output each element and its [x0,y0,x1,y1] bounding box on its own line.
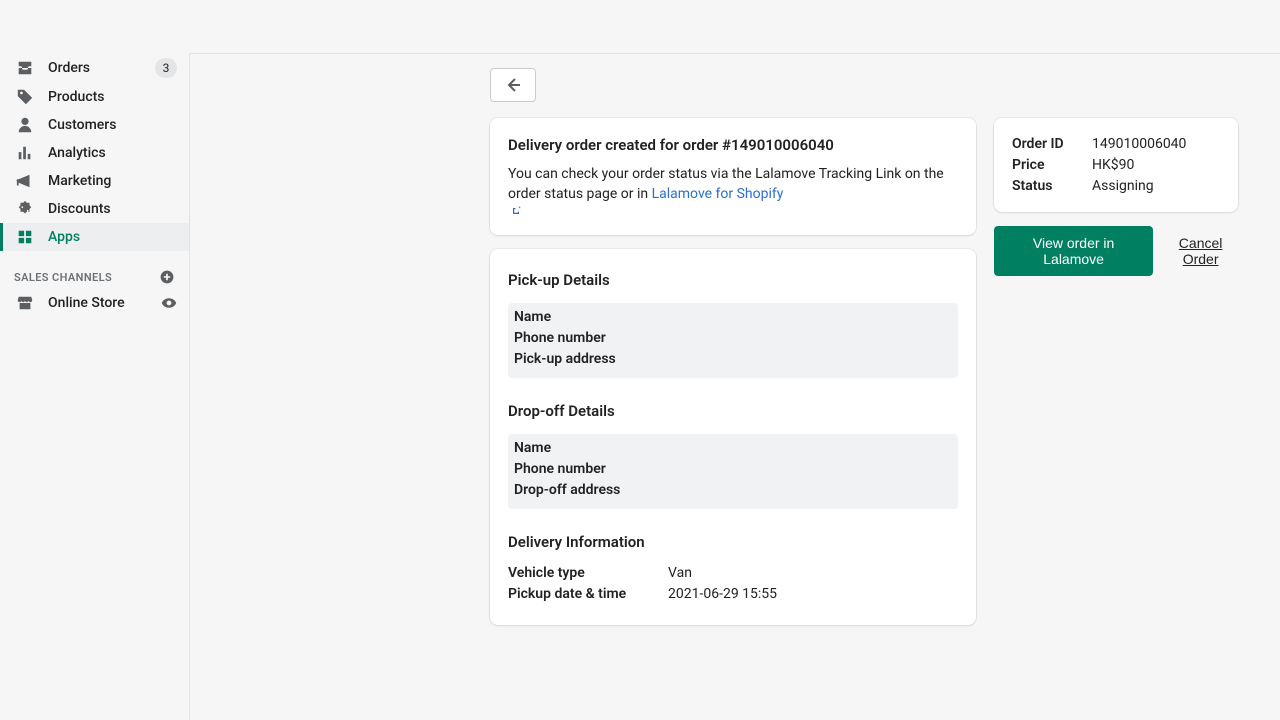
sidebar: Orders 3 Products Customers Analytics [0,53,190,720]
price-label: Price [1012,157,1092,173]
sidebar-item-label: Analytics [48,145,177,161]
topbar [0,0,1280,53]
pickup-title: Pick-up Details [508,271,958,289]
order-created-card: Delivery order created for order #149010… [490,118,976,235]
order-actions: View order in Lalamove Cancel Order [994,226,1238,276]
main-content: Delivery order created for order #149010… [190,53,1280,720]
sidebar-item-marketing[interactable]: Marketing [0,167,189,195]
external-link-icon [510,205,522,217]
card-body: You can check your order status via the … [508,164,958,217]
arrow-left-icon [503,75,523,95]
pickup-address-label: Pick-up address [514,351,662,368]
vehicle-value: Van [668,565,958,581]
discount-icon [16,200,34,218]
pickup-block: Namex Phone numberx Pick-up addressx [508,303,958,378]
pickup-time-value: 2021-06-29 15:55 [668,586,958,602]
inbox-icon [16,59,34,77]
details-card: Pick-up Details Namex Phone numberx Pick… [490,249,976,625]
card-title: Delivery order created for order #149010… [508,136,958,154]
sidebar-item-label: Marketing [48,173,177,189]
pickup-name-label: Name [514,309,674,326]
sidebar-item-apps[interactable]: Apps [0,223,189,251]
dropoff-phone-label: Phone number [514,461,674,478]
dropoff-address-value: x [667,482,952,499]
summary-card: Order ID149010006040 PriceHK$90 StatusAs… [994,118,1238,212]
dropoff-block: Namex Phone numberx Drop-off addressx [508,434,958,509]
sidebar-item-label: Customers [48,117,177,133]
sidebar-item-label: Products [48,89,177,105]
tag-icon [16,88,34,106]
dropoff-name-label: Name [514,440,674,457]
delivery-title: Delivery Information [508,533,958,551]
pickup-address-value: x [662,351,952,368]
user-icon [16,116,34,134]
orders-badge: 3 [155,58,177,78]
store-icon [16,294,34,312]
add-channel-icon[interactable] [159,269,175,285]
sidebar-item-orders[interactable]: Orders 3 [0,53,189,83]
sidebar-item-analytics[interactable]: Analytics [0,139,189,167]
dropoff-address-label: Drop-off address [514,482,667,499]
sidebar-item-online-store[interactable]: Online Store [0,289,189,317]
status-label: Status [1012,178,1092,194]
sidebar-item-customers[interactable]: Customers [0,111,189,139]
sidebar-item-label: Orders [48,60,141,76]
apps-icon [16,228,34,246]
pickup-time-label: Pickup date & time [508,586,668,602]
vehicle-label: Vehicle type [508,565,668,581]
status-value: Assigning [1092,178,1220,194]
section-label: SALES CHANNELS [14,271,112,284]
pickup-name-value: x [674,309,734,326]
order-id-label: Order ID [1012,136,1092,152]
sales-channels-header: SALES CHANNELS [0,251,189,289]
dropoff-phone-value: x [674,461,764,478]
pickup-phone-label: Phone number [514,330,674,347]
back-button[interactable] [490,68,536,102]
sidebar-item-label: Apps [48,229,177,245]
sidebar-item-products[interactable]: Products [0,83,189,111]
link-text: Lalamove for Shopify [652,186,784,202]
megaphone-icon [16,172,34,190]
sidebar-item-label: Online Store [48,295,147,311]
sidebar-item-label: Discounts [48,201,177,217]
cancel-order-button[interactable]: Cancel Order [1163,235,1238,267]
price-value: HK$90 [1092,157,1220,173]
pickup-phone-value: x [674,330,739,347]
analytics-icon [16,144,34,162]
sidebar-item-discounts[interactable]: Discounts [0,195,189,223]
view-order-button[interactable]: View order in Lalamove [994,226,1153,276]
dropoff-title: Drop-off Details [508,402,958,420]
dropoff-name-value: x [674,440,759,457]
order-id-value: 149010006040 [1092,136,1220,152]
view-store-icon[interactable] [161,295,177,311]
